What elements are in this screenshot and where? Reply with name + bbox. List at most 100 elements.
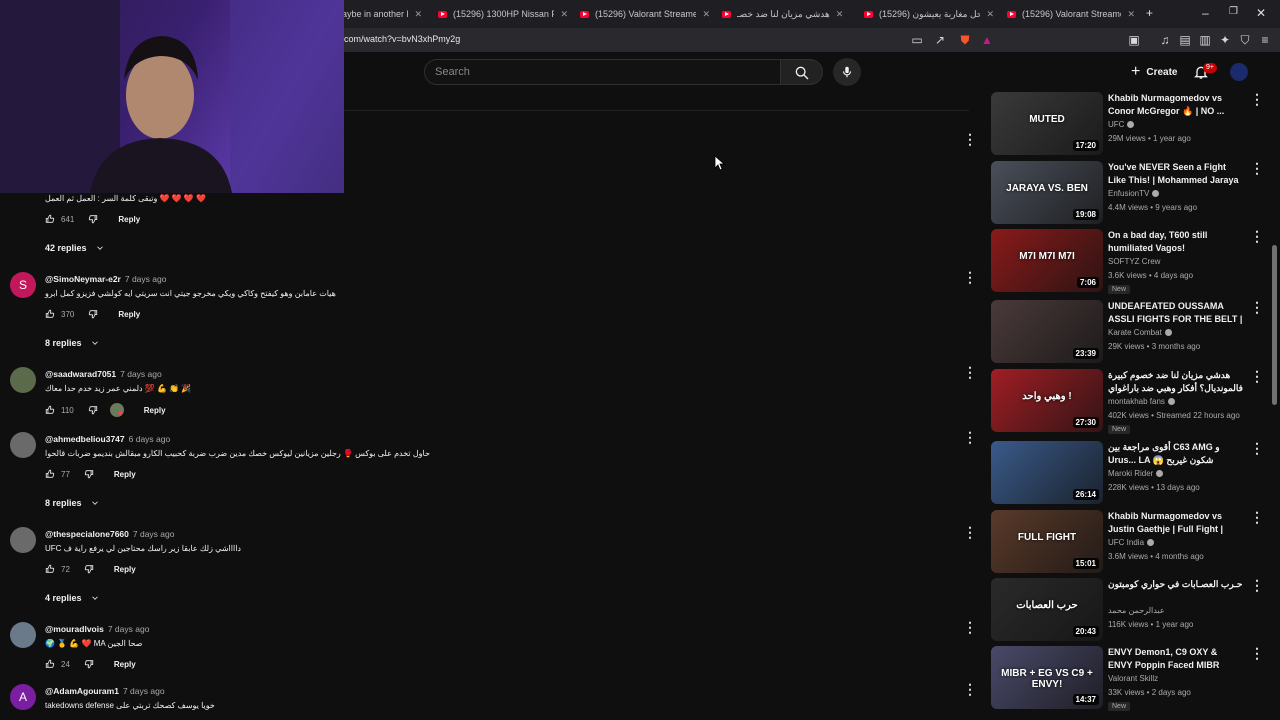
comment-timestamp[interactable]: 7 days ago <box>120 369 162 379</box>
related-video-card[interactable]: 23:39 UNDEAFEATED OUSSAMA ASSLI FIGHTS FO… <box>991 300 1264 364</box>
video-thumbnail[interactable]: 23:39 <box>991 300 1103 363</box>
browser-tab[interactable]: aybe in another life ✕ <box>342 4 422 24</box>
search-button[interactable] <box>781 59 823 85</box>
comment-timestamp[interactable]: 7 days ago <box>108 624 150 634</box>
comment-author-avatar[interactable]: S <box>10 272 36 298</box>
close-tab-icon[interactable]: ✕ <box>702 9 710 20</box>
video-menu-icon[interactable]: ⋮ <box>1250 441 1264 455</box>
comment-author[interactable]: @thespecialone7660 7 days ago <box>45 529 174 539</box>
video-menu-icon[interactable]: ⋮ <box>1250 369 1264 383</box>
wallet-icon[interactable]: ▥ <box>1198 33 1212 47</box>
brave-shield-icon[interactable]: ⛊ <box>958 33 972 47</box>
comment-author-name[interactable]: @SimoNeymar-e2r <box>45 274 121 284</box>
thumbs-down-icon[interactable] <box>84 659 94 669</box>
related-video-card[interactable]: حرب العصابات 20:43 حـرب العصـابات في حواري… <box>991 578 1264 642</box>
create-button[interactable]: + Create <box>1121 60 1187 84</box>
close-tab-icon[interactable]: ✕ <box>414 9 422 20</box>
comment-menu-icon[interactable]: ⋮ <box>963 525 977 539</box>
reply-button[interactable]: Reply <box>114 470 136 479</box>
reply-button[interactable]: Reply <box>114 660 136 669</box>
comment-menu-icon[interactable]: ⋮ <box>963 270 977 284</box>
browser-tab[interactable]: (15296) Valorant Streamers Re ✕ <box>1007 4 1135 24</box>
more-actions-icon[interactable]: ⋮ <box>963 132 977 146</box>
related-video-card[interactable]: MUTED 17:20 Khabib Nurmagomedov vs Conor M… <box>991 92 1264 156</box>
comment-timestamp[interactable]: 6 days ago <box>129 434 171 444</box>
related-video-card[interactable]: FULL FIGHT 15:01 Khabib Nurmagomedov vs Ju… <box>991 510 1264 574</box>
media-icon[interactable]: ♫ <box>1158 33 1172 47</box>
channel-name[interactable]: عبدالرحمن محمد <box>1108 606 1165 615</box>
video-menu-icon[interactable]: ⋮ <box>1250 161 1264 175</box>
video-title[interactable]: ENVY Demon1, C9 OXY & ENVY Poppin Faced … <box>1108 646 1244 673</box>
comment-author[interactable]: @ahmedbeliou3747 6 days ago <box>45 434 170 444</box>
voice-search-button[interactable] <box>833 58 861 86</box>
leo-ai-icon[interactable]: ✦ <box>1218 33 1232 47</box>
video-menu-icon[interactable]: ⋮ <box>1250 92 1264 106</box>
channel-name[interactable]: Valorant Skillz <box>1108 674 1158 683</box>
thumbs-up-icon[interactable] <box>45 564 55 574</box>
video-thumbnail[interactable]: M7I M7I M7I 7:06 <box>991 229 1103 292</box>
video-menu-icon[interactable]: ⋮ <box>1250 646 1264 660</box>
related-video-card[interactable]: 26:14 أقوى مراجعة بين C63 AMG و Urus... L… <box>991 441 1264 505</box>
video-title[interactable]: هدشي مزيان لنا ضد خصوم كبيرة فالمونديال؟… <box>1108 369 1244 395</box>
video-menu-icon[interactable]: ⋮ <box>1250 510 1264 524</box>
close-tab-icon[interactable]: ✕ <box>836 9 844 20</box>
video-title[interactable]: You've NEVER Seen a Fight Like This! | M… <box>1108 161 1244 188</box>
channel-name[interactable]: SOFTYZ Crew <box>1108 257 1160 266</box>
search-input[interactable]: Search <box>424 59 781 85</box>
thumbs-down-icon[interactable] <box>88 405 98 415</box>
close-tab-icon[interactable]: ✕ <box>1127 9 1135 20</box>
thumbs-down-icon[interactable] <box>84 564 94 574</box>
video-thumbnail[interactable]: وهبي واحد ! 27:30 <box>991 369 1103 432</box>
related-video-card[interactable]: JARAYA VS. BEN 19:08 You've NEVER Seen a F… <box>991 161 1264 225</box>
view-replies-button[interactable]: 8 replies <box>45 338 100 348</box>
minimize-button[interactable]: – <box>1202 6 1209 20</box>
view-replies-button[interactable]: 4 replies <box>45 593 100 603</box>
video-title[interactable]: On a bad day, T600 still humiliated Vago… <box>1108 229 1244 255</box>
channel-name[interactable]: UFC India <box>1108 538 1155 547</box>
reply-button[interactable]: Reply <box>118 215 140 224</box>
video-title[interactable]: أقوى مراجعة بين C63 AMG و Urus... LA 😱 ش… <box>1108 441 1244 468</box>
thumbs-up-icon[interactable] <box>45 309 55 319</box>
reader-icon[interactable]: ▤ <box>1178 33 1192 47</box>
comment-menu-icon[interactable]: ⋮ <box>963 365 977 379</box>
comment-author-name[interactable]: @thespecialone7660 <box>45 529 129 539</box>
related-video-card[interactable]: M7I M7I M7I 7:06 On a bad day, T600 still … <box>991 229 1264 294</box>
comment-author-name[interactable]: @mouradlvois <box>45 624 104 634</box>
thumbs-down-icon[interactable] <box>88 309 98 319</box>
video-thumbnail[interactable]: FULL FIGHT 15:01 <box>991 510 1103 573</box>
brave-rewards-icon[interactable]: ▲ <box>980 33 994 47</box>
close-tab-icon[interactable]: ✕ <box>560 9 568 20</box>
thumbs-up-icon[interactable] <box>45 659 55 669</box>
menu-icon[interactable]: ≡ <box>1258 33 1272 47</box>
comment-author[interactable]: @saadwarad7051 7 days ago <box>45 369 162 379</box>
comment-timestamp[interactable]: 7 days ago <box>133 529 175 539</box>
thumbs-down-icon[interactable] <box>84 469 94 479</box>
comment-author-avatar[interactable]: A <box>10 684 36 710</box>
comment-author[interactable]: @mouradlvois 7 days ago <box>45 624 149 634</box>
video-menu-icon[interactable]: ⋮ <box>1250 300 1264 314</box>
close-tab-icon[interactable]: ✕ <box>986 9 994 20</box>
video-title[interactable]: Khabib Nurmagomedov vs Conor McGregor 🔥 … <box>1108 92 1244 118</box>
view-replies-button[interactable]: 42 replies <box>45 243 105 253</box>
new-tab-button[interactable]: + <box>1146 6 1153 20</box>
related-video-card[interactable]: MIBR + EG VS C9 + ENVY! 14:37 ENVY Demon1,… <box>991 646 1264 711</box>
thumbs-up-icon[interactable] <box>45 214 55 224</box>
close-window-button[interactable]: ✕ <box>1256 6 1266 20</box>
comment-author[interactable]: @AdamAgouram1 7 days ago <box>45 686 165 696</box>
thumbs-down-icon[interactable] <box>88 214 98 224</box>
video-title[interactable]: UNDEAFEATED OUSSAMA ASSLI FIGHTS FOR THE… <box>1108 300 1244 327</box>
related-video-card[interactable]: وهبي واحد ! 27:30 هدشي مزيان لنا ضد خصوم ك… <box>991 369 1264 434</box>
thumbs-up-icon[interactable] <box>45 469 55 479</box>
video-title[interactable]: حـرب العصـابات في حواري كومبتون <box>1108 578 1244 591</box>
view-replies-button[interactable]: 8 replies <box>45 498 100 508</box>
video-thumbnail[interactable]: حرب العصابات 20:43 <box>991 578 1103 641</box>
share-icon[interactable]: ↗ <box>933 33 947 47</box>
comment-author-avatar[interactable] <box>10 527 36 553</box>
browser-tab[interactable]: (15296) Valorant Streamers Re ✕ <box>580 4 710 24</box>
channel-name[interactable]: montakhab fans <box>1108 397 1175 406</box>
comment-author-name[interactable]: @ahmedbeliou3747 <box>45 434 125 444</box>
comment-menu-icon[interactable]: ⋮ <box>963 620 977 634</box>
sidebar-toggle-icon[interactable]: ▣ <box>1127 33 1141 47</box>
account-avatar[interactable] <box>1230 63 1248 81</box>
reply-button[interactable]: Reply <box>118 310 140 319</box>
